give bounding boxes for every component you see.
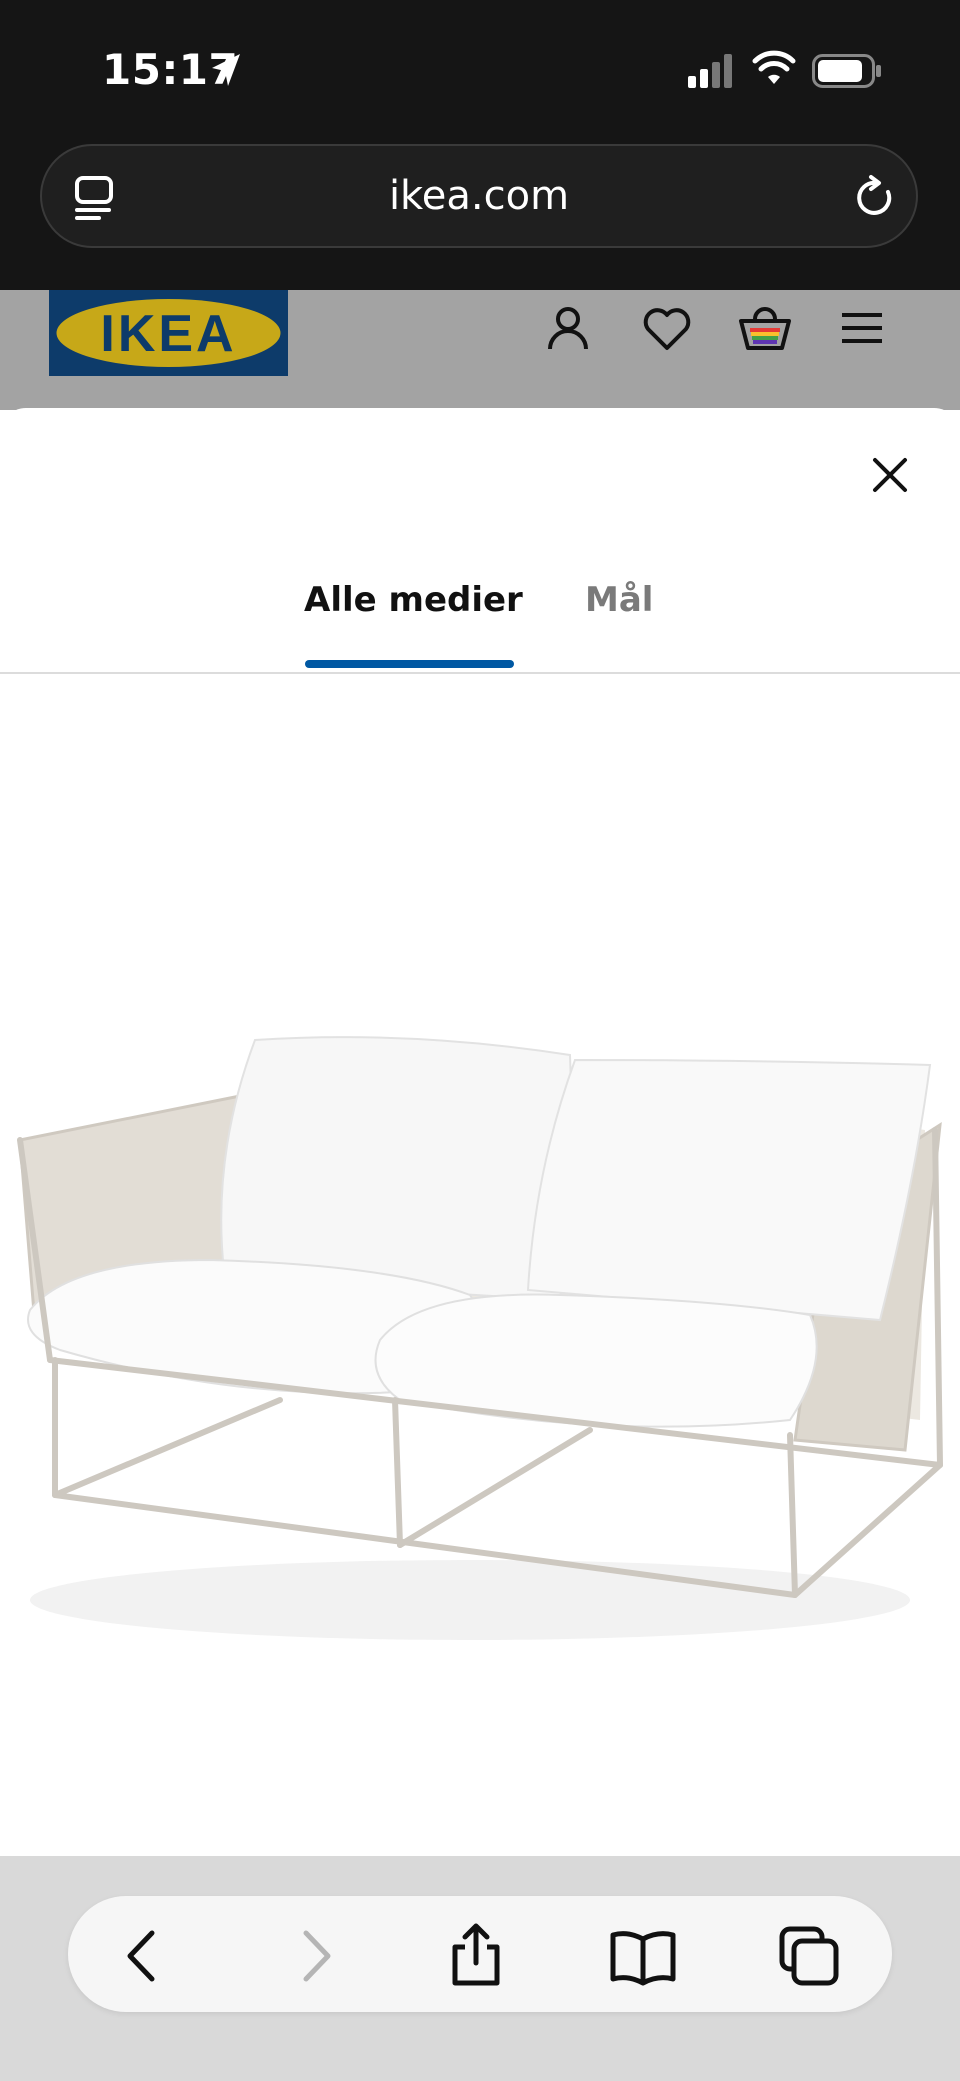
address-bar[interactable]: ikea.com bbox=[40, 144, 918, 248]
tabs-icon[interactable] bbox=[774, 1921, 844, 1991]
location-arrow-icon bbox=[212, 54, 240, 86]
reload-icon[interactable] bbox=[854, 174, 898, 222]
tab-divider bbox=[0, 672, 960, 674]
account-icon[interactable] bbox=[544, 305, 592, 353]
url-text: ikea.com bbox=[388, 173, 570, 219]
bookmarks-icon[interactable] bbox=[608, 1921, 678, 1991]
shopping-bag-icon[interactable] bbox=[738, 303, 792, 353]
wishlist-heart-icon[interactable] bbox=[642, 306, 692, 352]
tab-measurements[interactable]: Mål bbox=[585, 580, 653, 620]
battery-icon bbox=[812, 54, 881, 88]
product-image-sofa[interactable] bbox=[0, 700, 960, 1850]
back-icon[interactable] bbox=[108, 1921, 178, 1991]
hamburger-menu-icon[interactable] bbox=[840, 310, 884, 346]
forward-icon[interactable] bbox=[280, 1921, 350, 1991]
tab-all-media[interactable]: Alle medier bbox=[304, 580, 523, 620]
cellular-signal-icon bbox=[688, 54, 732, 88]
close-icon[interactable] bbox=[870, 455, 910, 495]
reader-mode-icon[interactable] bbox=[73, 175, 117, 221]
svg-text:IKEA: IKEA bbox=[100, 305, 236, 363]
wifi-icon bbox=[752, 50, 796, 84]
active-tab-indicator bbox=[305, 660, 514, 668]
ikea-logo[interactable]: IKEA bbox=[49, 290, 288, 376]
share-icon[interactable] bbox=[441, 1921, 511, 1991]
